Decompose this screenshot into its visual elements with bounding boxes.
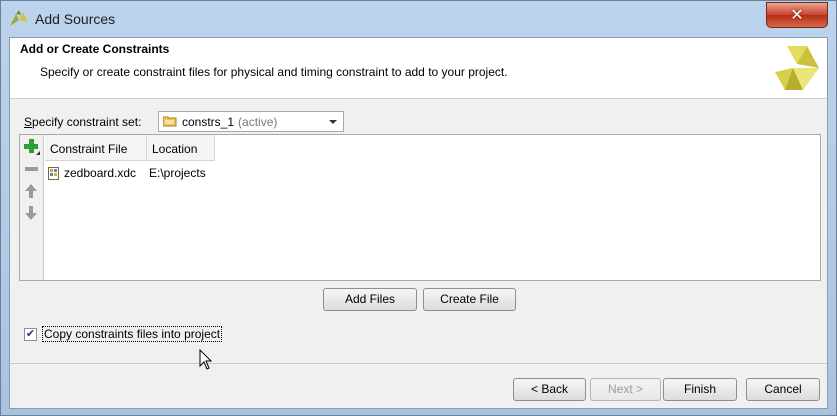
constraint-file-cell: zedboard.xdc: [45, 166, 147, 180]
finish-button[interactable]: Finish: [663, 378, 737, 401]
dialog-window: Add Sources ✕ Add or Create Constraints …: [0, 0, 837, 416]
table-row[interactable]: zedboard.xdc E:\projects: [45, 162, 215, 184]
app-icon: [10, 10, 28, 26]
next-button[interactable]: Next >: [590, 378, 661, 401]
page-header: Add or Create Constraints Specify or cre…: [10, 38, 827, 99]
vivado-logo-icon: [775, 46, 819, 90]
add-files-button[interactable]: Add Files: [323, 288, 417, 311]
chevron-down-icon: [329, 120, 337, 124]
cancel-button[interactable]: Cancel: [746, 378, 820, 401]
close-button[interactable]: ✕: [766, 2, 828, 28]
constraint-set-label-text: pecify constraint set:: [32, 115, 142, 129]
folder-icon: [163, 116, 177, 127]
title-bar[interactable]: Add Sources ✕: [1, 1, 836, 37]
constraint-set-dropdown[interactable]: constrs_1 (active): [158, 111, 344, 132]
constraint-set-label-mnemonic: S: [24, 115, 33, 129]
page-description: Specify or create constraint files for p…: [40, 65, 508, 79]
column-header-location[interactable]: Location: [147, 135, 215, 161]
dialog-body: Add or Create Constraints Specify or cre…: [9, 37, 828, 409]
close-icon: ✕: [790, 7, 804, 24]
table-header: Constraint File Location: [45, 135, 215, 161]
footer-divider: [10, 363, 827, 364]
constraint-file-name: zedboard.xdc: [64, 166, 137, 180]
column-header-constraint-file[interactable]: Constraint File: [45, 135, 147, 161]
create-file-button[interactable]: Create File: [423, 288, 516, 311]
page-title: Add or Create Constraints: [20, 42, 170, 56]
constraint-set-label: Specify constraint set:: [24, 115, 141, 129]
constraint-set-value: constrs_1: [182, 114, 235, 129]
checkmark-icon: ✔: [25, 327, 36, 340]
copy-constraints-label[interactable]: Copy constraints files into project: [42, 326, 223, 342]
window-title: Add Sources: [35, 11, 116, 27]
move-up-icon[interactable]: [24, 183, 40, 199]
mouse-pointer-icon: [199, 349, 212, 370]
back-button[interactable]: < Back: [513, 378, 586, 401]
location-cell: E:\projects: [149, 166, 206, 180]
constraint-files-table: Constraint File Location zedboard.xdc E:…: [19, 134, 821, 281]
copy-constraints-checkbox-row[interactable]: ✔ Copy constraints files into project: [24, 326, 223, 342]
move-down-icon[interactable]: [24, 205, 40, 221]
table-toolbar: [20, 135, 44, 280]
constraint-set-status: (active): [238, 114, 278, 129]
copy-constraints-checkbox[interactable]: ✔: [24, 327, 37, 341]
xdc-file-icon: [48, 166, 59, 180]
add-icon[interactable]: [24, 139, 40, 155]
remove-icon[interactable]: [24, 161, 40, 177]
